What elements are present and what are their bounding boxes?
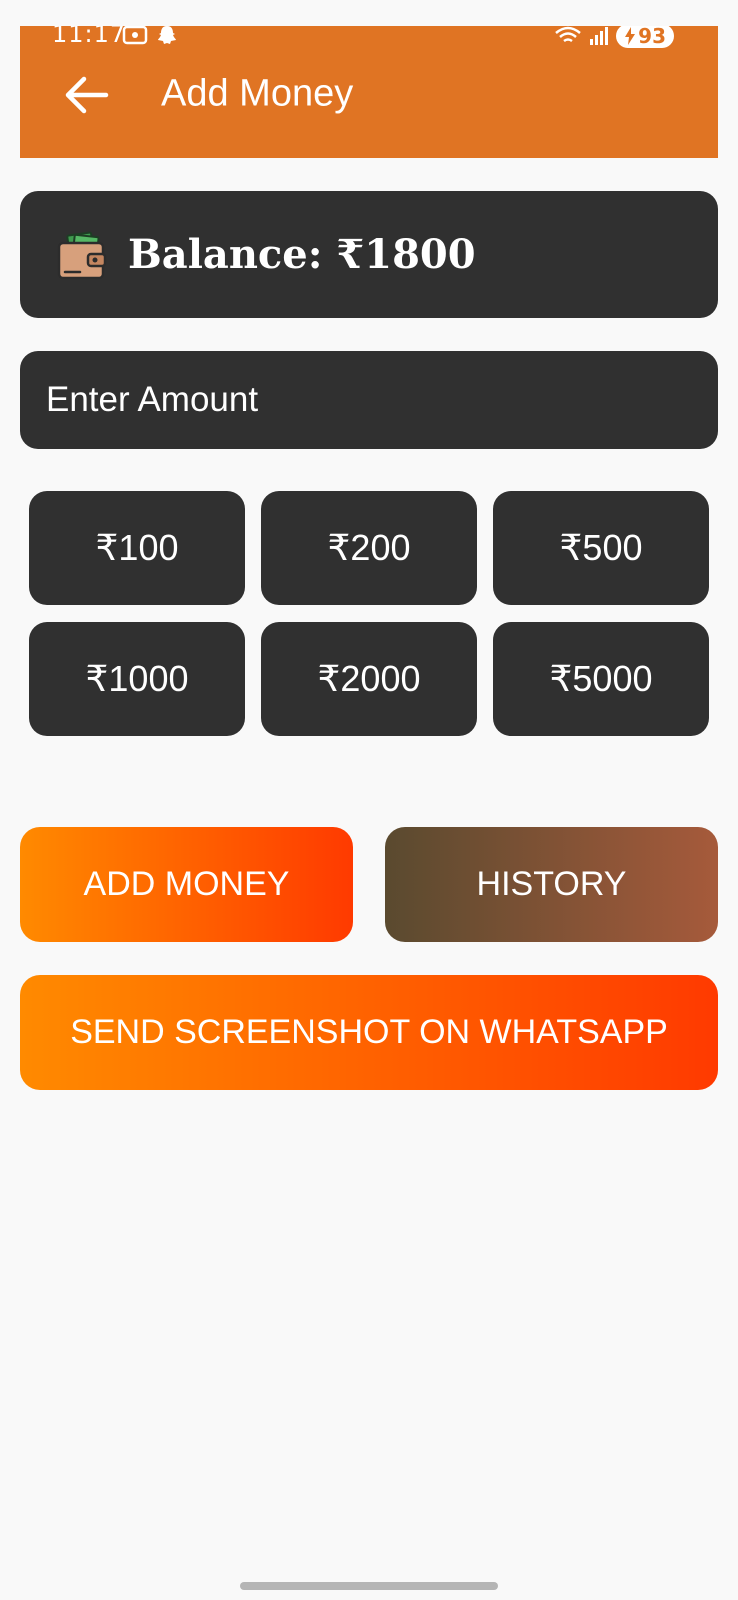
battery-indicator: 93 [616,26,674,48]
battery-level: 93 [638,26,666,48]
page-title: Add Money [161,72,354,115]
gesture-navigation-handle[interactable] [240,1582,498,1590]
signal-icon [590,27,609,45]
wifi-icon [555,26,581,43]
status-time: 11:17 [52,26,127,48]
preset-amount-button[interactable]: ₹2000 [261,622,477,736]
balance-card: Balance: ₹1800 [20,191,718,318]
status-icons-left [122,26,178,46]
add-money-button[interactable]: ADD MONEY [20,827,353,942]
preset-amount-button[interactable]: ₹1000 [29,622,245,736]
balance-label: Balance: ₹1800 [128,231,476,278]
charging-bolt-icon [625,27,636,45]
amount-input[interactable] [20,351,718,449]
status-icons-right: 93 [554,26,674,48]
preset-amount-button[interactable]: ₹200 [261,491,477,605]
preset-amount-button[interactable]: ₹500 [493,491,709,605]
app-bar: 11:17 93 Add Money [20,26,718,158]
screenshot-notification-icon [122,26,148,45]
send-screenshot-whatsapp-button[interactable]: SEND SCREENSHOT ON WHATSAPP [20,975,718,1090]
back-button[interactable] [62,70,112,120]
arrow-left-icon [65,76,109,114]
wallet-icon [57,231,107,279]
preset-amount-grid: ₹100 ₹200 ₹500 ₹1000 ₹2000 ₹5000 [29,491,710,736]
snapchat-notification-icon [158,26,176,44]
preset-amount-button[interactable]: ₹100 [29,491,245,605]
preset-amount-button[interactable]: ₹5000 [493,622,709,736]
history-button[interactable]: HISTORY [385,827,718,942]
